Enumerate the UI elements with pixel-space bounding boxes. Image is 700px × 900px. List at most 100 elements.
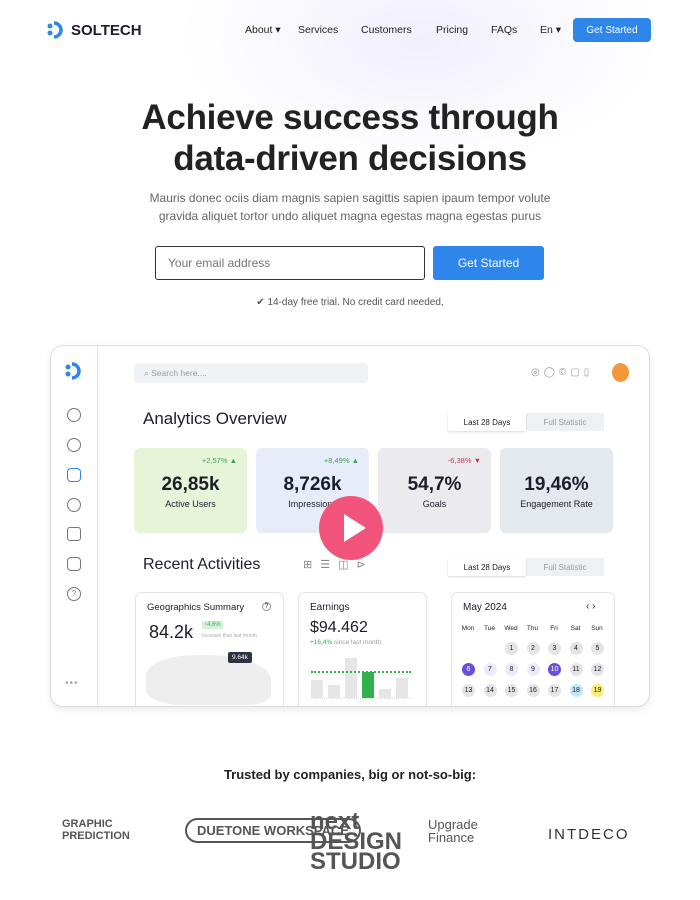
calendar-day[interactable]: 8 [505,663,518,676]
pie-chart-icon[interactable] [67,498,81,512]
logo-graphic-prediction: GRAPHIC PREDICTION [62,818,130,842]
nav-customers[interactable]: Customers [361,24,412,36]
earnings-bar-chart [311,655,411,699]
calendar-day[interactable]: 17 [548,684,561,697]
calendar-card: May 2024 ‹ › Mon Tue Wed Thu Fri Sat Sun 1 2 3 4 5 6… [451,592,615,706]
stat-label: Active Users [165,499,216,509]
earnings-bar [396,678,408,698]
calendar-title: May 2024 [463,602,507,613]
stat-label: Engagement Rate [520,499,593,509]
stat-value: 26,85k [161,474,220,495]
calendar-day[interactable]: 16 [526,684,540,697]
message-icon[interactable] [67,527,81,541]
earnings-value: $94.462 [310,619,368,636]
chat-icon: ▢ [570,367,584,378]
bookmark-icon: ▯ [583,367,594,378]
play-video-button[interactable] [319,496,383,560]
dashboard-sidebar: ? ••• [51,346,98,706]
brand-name: SOLTECH [71,21,142,39]
trial-note: ✔ 14-day free trial. No credit card need… [256,297,444,308]
earnings-bar [362,671,374,698]
calendar-day[interactable]: 9 [526,663,540,676]
calendar-day[interactable]: 13 [462,684,475,697]
calendar-day[interactable]: 10 [548,663,561,676]
calendar-day[interactable]: 11 [569,663,583,676]
calendar-day[interactable]: 4 [569,642,583,655]
calendar-day[interactable]: 3 [548,642,561,655]
calendar-day[interactable]: 7 [483,663,497,676]
weekday-label: Wed [504,625,518,632]
analytics-icon[interactable] [67,468,81,482]
weekday-label: Sat [570,625,581,632]
nav-get-started-button[interactable]: Get Started [573,18,651,42]
calendar-day[interactable]: 15 [505,684,518,697]
calendar-day[interactable]: 18 [569,684,583,697]
geographics-card: Geographics Summary ? 84.2k ↑4.6% Increa… [135,592,284,706]
hero-get-started-button[interactable]: Get Started [433,246,544,280]
puzzle-icon[interactable] [67,557,81,571]
settings-icon[interactable] [67,438,81,452]
brand-logo[interactable]: SOLTECH [46,20,142,40]
help-icon[interactable]: ? [67,587,81,601]
info-icon: ? [262,602,271,611]
earnings-bar [379,689,391,698]
earnings-bar [345,658,357,698]
stat-card: -6,38% ▼ 54,7% Goals [378,448,491,533]
calendar-day[interactable]: 6 [462,663,475,676]
nav-pricing[interactable]: Pricing [436,24,468,36]
play-icon [344,514,366,542]
geo-value: 84.2k [149,622,194,642]
stat-change: +8,49% ▲ [323,456,359,465]
dashboard-preview: ? ••• ⌕ Search here.... ◎◯©▢▯ Analytics … [50,345,650,707]
stat-change: +2,57% ▲ [201,456,237,465]
tab-last-28-days[interactable]: Last 28 Days [448,413,526,431]
calendar-day[interactable]: 2 [526,642,540,655]
calendar-day[interactable]: 5 [591,642,604,655]
toolbar-icons[interactable]: ◎◯©▢▯ [531,367,593,378]
nav-faqs[interactable]: FAQs [491,24,517,36]
recent-title: Recent Activities [143,556,261,573]
map-tooltip: 9.64k [228,652,252,663]
calendar-day[interactable]: 12 [591,663,604,676]
view-icons[interactable]: ⊞☰◫⊳ [303,558,374,571]
logo-intdeco: INTDECO [548,826,630,843]
world-map [146,655,271,705]
earnings-average-line [311,671,411,673]
copyright-icon: © [558,367,571,378]
earnings-note: since last month [334,639,382,646]
list-icon: ☰ [320,559,339,571]
dashboard-search[interactable]: ⌕ Search here.... [134,363,368,383]
nav-about[interactable]: About ▾ [245,24,281,36]
logo-upgrade: Upgrade Finance [428,817,478,845]
weekday-label: Tue [484,625,495,632]
calendar-day[interactable]: 19 [591,684,604,697]
logo-next: next DESIGN STUDIO [310,808,403,875]
stat-value: 8,726k [283,474,342,495]
email-input[interactable] [155,246,425,280]
stat-card: 19,46% Engagement Rate [500,448,613,533]
nav-services[interactable]: Services [298,24,338,36]
earnings-bar [311,680,323,698]
logo-icon [65,362,81,380]
dashboard-icon[interactable] [67,408,81,422]
avatar[interactable] [612,363,629,382]
stat-label: Goals [422,499,447,509]
stat-value: 54,7% [407,474,462,495]
more-icon[interactable]: ••• [65,678,79,689]
geo-badge: ↑4.6% [202,621,223,629]
earnings-title: Earnings [310,602,350,613]
logo-icon [47,21,63,39]
overview-period-toggle[interactable]: Last 28 Days Full Statistic [448,413,604,431]
calendar-nav-icons[interactable]: ‹ › [586,601,595,612]
tab-last-28-days[interactable]: Last 28 Days [448,558,526,576]
tab-full-statistic[interactable]: Full Statistic [526,413,604,431]
earnings-change: +16,4% [310,639,333,646]
calendar-day[interactable]: 1 [505,642,518,655]
language-select[interactable]: En ▾ [540,24,561,36]
recent-period-toggle[interactable]: Last 28 Days Full Statistic [448,558,604,576]
tab-full-statistic[interactable]: Full Statistic [526,558,604,576]
calendar-day[interactable]: 14 [483,684,497,697]
earnings-bar [328,684,340,698]
overview-title: Analytics Overview [143,409,287,428]
weekday-label: Thu [526,625,539,632]
